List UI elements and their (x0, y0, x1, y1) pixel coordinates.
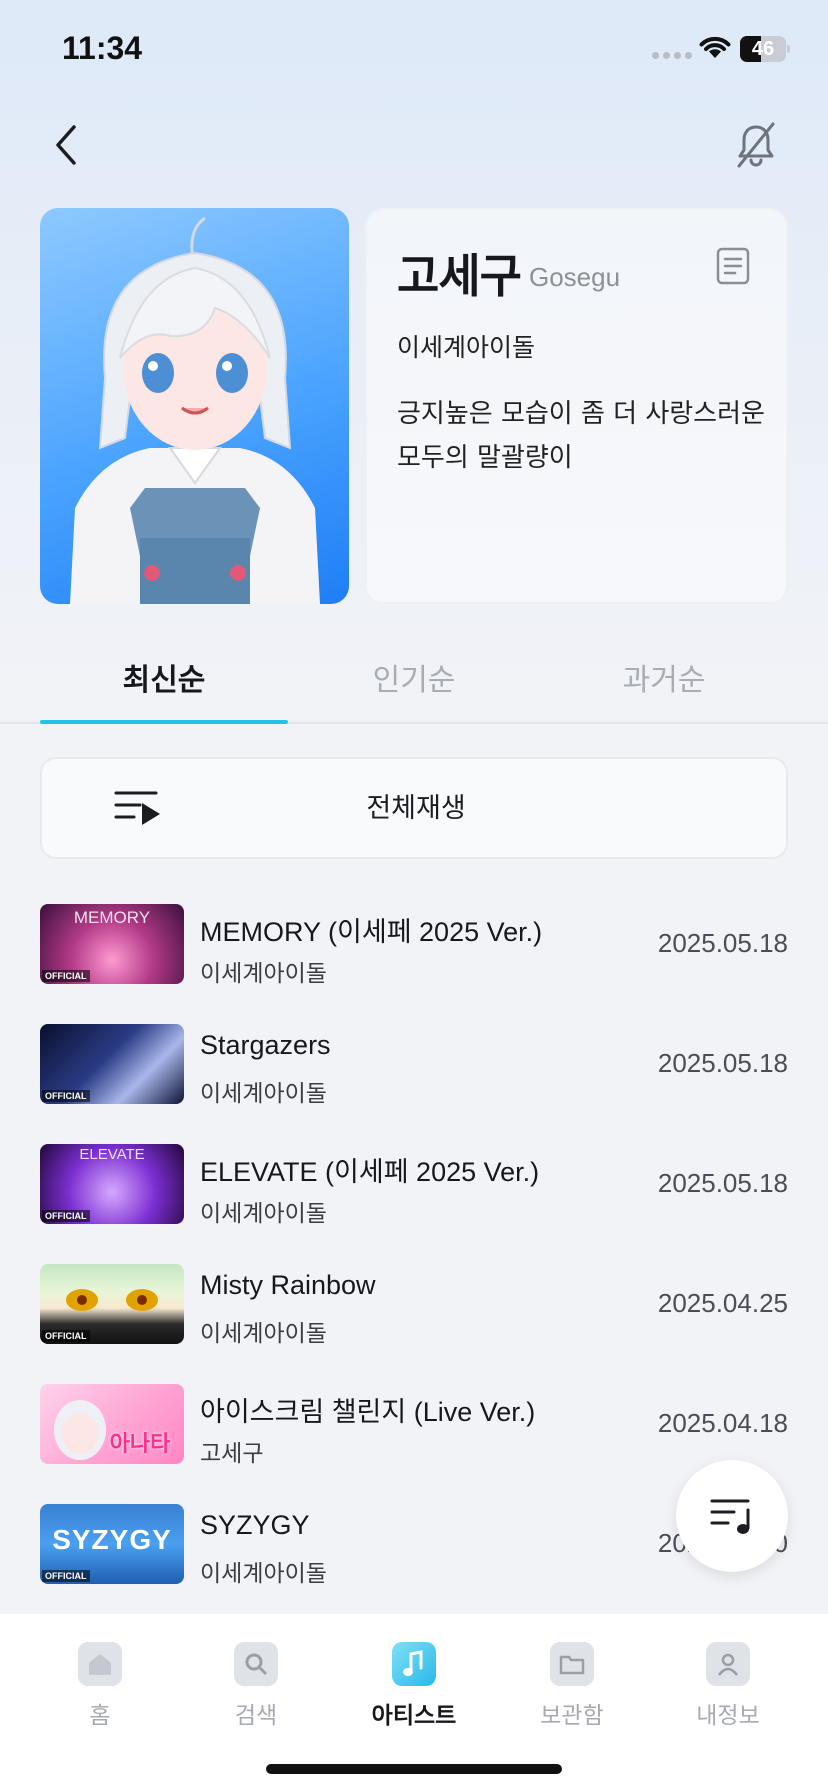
song-thumbnail: SYZYGY OFFICIAL (40, 1504, 184, 1584)
song-thumbnail: OFFICIAL (40, 1264, 184, 1344)
song-title: SYZYGY (200, 1510, 310, 1540)
music-note-icon (392, 1642, 436, 1686)
wifi-icon (699, 36, 731, 58)
artist-description: 긍지높은 모습이 좀 더 사랑스러운 모두의 말괄량이 (397, 399, 765, 473)
tab-latest[interactable]: 최신순 (40, 640, 288, 722)
song-row[interactable]: OFFICIAL Stargazers 이세계아이돌 2025.05.18 (0, 1020, 828, 1140)
song-date: 2025.04.25 (657, 1288, 788, 1318)
back-button[interactable] (40, 115, 92, 175)
song-title: 아이스크림 챌린지 (Live Ver.) (200, 1397, 536, 1427)
bell-off-icon (737, 122, 775, 168)
song-thumbnail: ELEVATE OFFICIAL (40, 1144, 184, 1224)
nav-search[interactable]: 검색 (176, 1630, 336, 1730)
artist-info-card: 고세구 Gosegu 이세계아이돌 긍지높은 모습이 좀 더 사랑스러운 모두의… (365, 208, 788, 604)
song-artist: 고세구 (200, 1441, 264, 1467)
tab-popular[interactable]: 인기순 (290, 640, 538, 722)
playlist-fab-button[interactable] (676, 1460, 788, 1572)
song-artist: 이세계아이돌 (200, 1201, 327, 1227)
song-row[interactable]: MEMORY OFFICIAL MEMORY (이세페 2025 Ver.) 이… (0, 900, 828, 1020)
song-date: 2025.05.18 (657, 1168, 788, 1198)
artist-group: 이세계아이돌 (397, 333, 536, 362)
user-icon (706, 1642, 750, 1686)
status-bar: 11:34 46 (0, 0, 828, 100)
play-all-button[interactable]: 전체재생 (40, 757, 788, 859)
battery-icon: 46 (740, 36, 790, 62)
song-date: 2025.04.18 (657, 1408, 788, 1438)
document-icon[interactable] (715, 246, 751, 286)
nav-home[interactable]: 홈 (20, 1630, 180, 1730)
song-thumbnail: MEMORY OFFICIAL (40, 904, 184, 984)
playlist-music-icon (710, 1499, 750, 1534)
home-icon (78, 1642, 122, 1686)
nav-profile[interactable]: 내정보 (648, 1630, 808, 1730)
song-artist: 이세계아이돌 (200, 1561, 327, 1587)
song-thumbnail: OFFICIAL (40, 1024, 184, 1104)
nav-artist[interactable]: 아티스트 (334, 1630, 494, 1730)
status-time: 11:34 (62, 30, 143, 66)
tab-oldest[interactable]: 과거순 (540, 640, 788, 722)
battery-level: 46 (751, 38, 775, 60)
song-artist: 이세계아이돌 (200, 961, 327, 987)
artist-profile-image (40, 208, 349, 604)
notification-toggle-button[interactable] (730, 115, 782, 175)
home-indicator (266, 1764, 562, 1774)
song-date: 2025.05.18 (657, 1048, 788, 1078)
folder-icon (550, 1642, 594, 1686)
artist-english-name: Gosegu (529, 262, 621, 292)
song-row[interactable]: ELEVATE OFFICIAL ELEVATE (이세페 2025 Ver.)… (0, 1140, 828, 1260)
song-thumbnail: 아나타 (40, 1384, 184, 1464)
song-artist: 이세계아이돌 (200, 1081, 327, 1107)
sort-tabs: 최신순 인기순 과거순 (0, 640, 828, 724)
song-title: MEMORY (이세페 2025 Ver.) (200, 917, 543, 947)
active-tab-indicator (40, 720, 288, 724)
cellular-signal-icon (652, 52, 692, 59)
song-row[interactable]: OFFICIAL Misty Rainbow 이세계아이돌 2025.04.25 (0, 1260, 828, 1380)
chevron-left-icon (56, 125, 76, 165)
play-all-label: 전체재생 (366, 793, 466, 824)
search-icon (234, 1642, 278, 1686)
song-title: Stargazers (200, 1030, 331, 1060)
song-artist: 이세계아이돌 (200, 1321, 327, 1347)
nav-library[interactable]: 보관함 (492, 1630, 652, 1730)
song-date: 2025.05.18 (657, 928, 788, 958)
artist-name: 고세구 (397, 249, 522, 303)
song-title: Misty Rainbow (200, 1270, 376, 1300)
song-title: ELEVATE (이세페 2025 Ver.) (200, 1157, 540, 1187)
